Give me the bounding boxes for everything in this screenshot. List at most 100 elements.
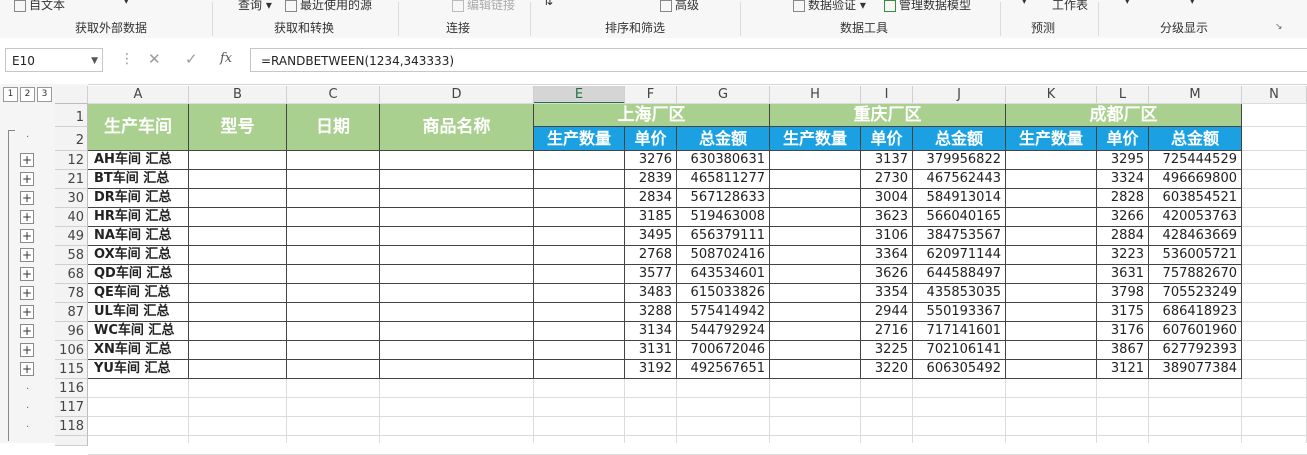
total-amount-cell[interactable]: 686418923 [1149, 303, 1242, 322]
total-amount-cell[interactable]: 603854521 [1149, 189, 1242, 208]
unit-price-cell[interactable]: 3192 [625, 360, 677, 379]
row-header[interactable]: 2 [55, 127, 88, 151]
table-cell[interactable] [1006, 189, 1097, 208]
unit-price-cell[interactable]: 2944 [861, 303, 913, 322]
header-model[interactable]: 型号 [189, 104, 287, 151]
table-cell[interactable] [189, 189, 287, 208]
column-header-g[interactable]: G [677, 86, 770, 104]
table-cell[interactable] [287, 246, 380, 265]
total-amount-cell[interactable]: 550193367 [913, 303, 1006, 322]
table-cell[interactable] [1006, 170, 1097, 189]
table-cell[interactable] [287, 227, 380, 246]
total-amount-cell[interactable]: 496669800 [1149, 170, 1242, 189]
table-cell[interactable] [534, 189, 625, 208]
unit-price-cell[interactable]: 2828 [1097, 189, 1149, 208]
table-cell[interactable] [534, 170, 625, 189]
column-header-b[interactable]: B [189, 86, 287, 104]
column-header-f[interactable]: F [625, 86, 677, 104]
table-cell[interactable] [534, 208, 625, 227]
table-cell[interactable] [380, 170, 534, 189]
header-region-chengdu[interactable]: 成都厂区 [1006, 104, 1242, 127]
row-header[interactable] [55, 436, 88, 446]
unit-price-cell[interactable]: 3121 [1097, 360, 1149, 379]
row-header[interactable]: 1 [55, 104, 88, 127]
workshop-summary-cell[interactable]: QE车间 汇总 [88, 284, 189, 303]
outline-level-1[interactable]: 1 [3, 87, 18, 102]
table-cell[interactable] [534, 265, 625, 284]
total-amount-cell[interactable]: 536005721 [1149, 246, 1242, 265]
unit-price-cell[interactable]: 3798 [1097, 284, 1149, 303]
workshop-summary-cell[interactable]: NA车间 汇总 [88, 227, 189, 246]
column-header-n[interactable]: N [1242, 86, 1307, 104]
dialog-launcher-icon[interactable]: ↘ [1275, 22, 1283, 32]
cancel-icon[interactable]: ✕ [148, 50, 161, 68]
table-cell[interactable] [534, 360, 625, 379]
advanced-filter-button[interactable]: 高级 [660, 0, 699, 13]
outline-level-2[interactable]: 2 [20, 87, 35, 102]
chevron-down-icon[interactable]: ▾ [1190, 0, 1195, 7]
unit-price-cell[interactable]: 3225 [861, 341, 913, 360]
unit-price-cell[interactable]: 2839 [625, 170, 677, 189]
table-cell[interactable] [534, 303, 625, 322]
unit-price-cell[interactable]: 3134 [625, 322, 677, 341]
confirm-icon[interactable]: ✓ [185, 50, 198, 68]
total-amount-cell[interactable]: 544792924 [677, 322, 770, 341]
unit-price-cell[interactable]: 3324 [1097, 170, 1149, 189]
table-cell[interactable] [1006, 284, 1097, 303]
total-amount-cell[interactable]: 584913014 [913, 189, 1006, 208]
table-cell[interactable] [1006, 322, 1097, 341]
table-cell[interactable] [189, 227, 287, 246]
table-cell[interactable] [1006, 246, 1097, 265]
unit-price-cell[interactable]: 3276 [625, 151, 677, 170]
total-amount-cell[interactable]: 389077384 [1149, 360, 1242, 379]
workshop-summary-cell[interactable]: DR车间 汇总 [88, 189, 189, 208]
row-header[interactable]: 40 [55, 208, 88, 227]
table-cell[interactable] [534, 322, 625, 341]
unit-price-cell[interactable]: 3295 [1097, 151, 1149, 170]
unit-price-cell[interactable]: 3175 [1097, 303, 1149, 322]
table-cell[interactable] [770, 322, 861, 341]
column-header-j[interactable]: J [913, 86, 1006, 104]
workshop-summary-cell[interactable]: QD车间 汇总 [88, 265, 189, 284]
expand-group-icon[interactable]: + [20, 324, 34, 338]
header-workshop[interactable]: 生产车间 [88, 104, 189, 151]
total-amount-cell[interactable]: 420053763 [1149, 208, 1242, 227]
worksheet-button[interactable]: 工作表 [1052, 0, 1088, 13]
row-header[interactable]: 96 [55, 322, 88, 341]
table-cell[interactable] [770, 246, 861, 265]
table-cell[interactable] [534, 227, 625, 246]
insert-function-icon[interactable]: fx [220, 51, 232, 66]
table-cell[interactable] [287, 322, 380, 341]
table-cell[interactable] [1006, 265, 1097, 284]
table-cell[interactable] [534, 284, 625, 303]
expand-group-icon[interactable]: + [20, 267, 34, 281]
table-cell[interactable] [380, 265, 534, 284]
chevron-down-icon[interactable]: ▾ [124, 0, 129, 7]
table-cell[interactable] [770, 265, 861, 284]
table-cell[interactable] [287, 341, 380, 360]
table-cell[interactable] [380, 246, 534, 265]
table-cell[interactable] [534, 246, 625, 265]
unit-price-cell[interactable]: 2768 [625, 246, 677, 265]
total-amount-cell[interactable]: 644588497 [913, 265, 1006, 284]
chevron-down-icon[interactable]: ▼ [91, 49, 98, 73]
unit-price-cell[interactable]: 3631 [1097, 265, 1149, 284]
total-amount-cell[interactable]: 519463008 [677, 208, 770, 227]
workshop-summary-cell[interactable]: AH车间 汇总 [88, 151, 189, 170]
expand-group-icon[interactable]: + [20, 210, 34, 224]
edit-links-button[interactable]: 编辑链接 [452, 0, 515, 13]
column-header-l[interactable]: L [1097, 86, 1149, 104]
unit-price-cell[interactable]: 3288 [625, 303, 677, 322]
unit-price-cell[interactable]: 2716 [861, 322, 913, 341]
total-amount-cell[interactable]: 615033826 [677, 284, 770, 303]
table-cell[interactable] [770, 189, 861, 208]
total-amount-cell[interactable]: 656379111 [677, 227, 770, 246]
total-amount-cell[interactable]: 757882670 [1149, 265, 1242, 284]
data-validation-button[interactable]: 数据验证 ▾ [793, 0, 866, 13]
total-amount-cell[interactable]: 630380631 [677, 151, 770, 170]
total-amount-cell[interactable]: 566040165 [913, 208, 1006, 227]
table-cell[interactable] [770, 208, 861, 227]
total-amount-cell[interactable]: 627792393 [1149, 341, 1242, 360]
total-amount-cell[interactable]: 435853035 [913, 284, 1006, 303]
table-cell[interactable] [287, 189, 380, 208]
